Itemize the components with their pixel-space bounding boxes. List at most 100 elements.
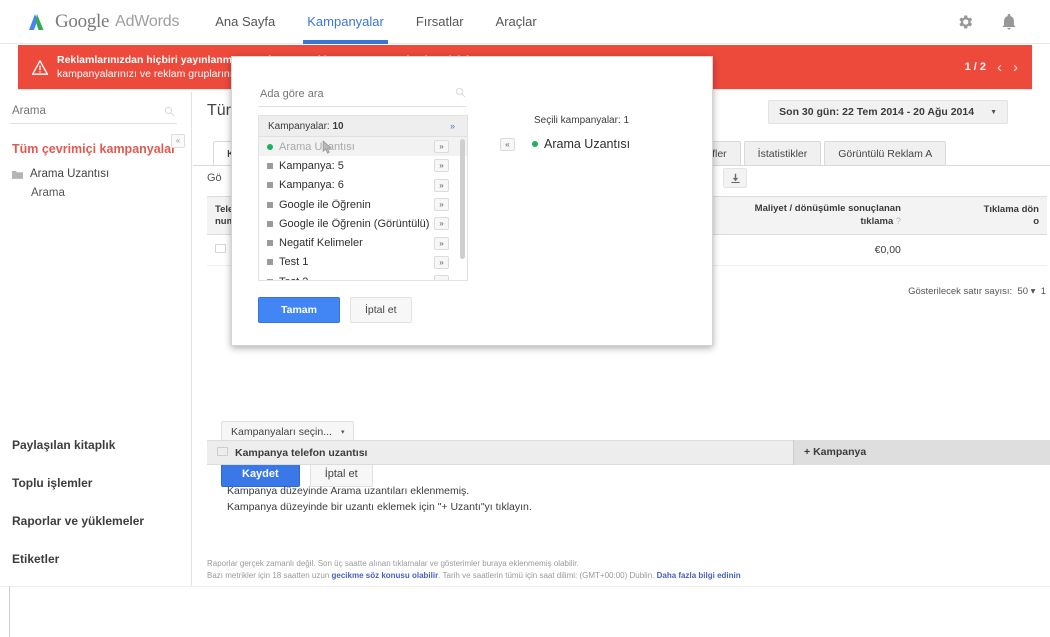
status-dot-icon xyxy=(267,182,273,189)
bell-icon[interactable] xyxy=(1000,13,1018,31)
list-item[interactable]: Test 2 » xyxy=(259,272,467,280)
left-sidebar: « Tüm çevrimiçi kampanyalar Arama Uzantı… xyxy=(0,92,192,586)
search-icon xyxy=(164,104,175,122)
rows-per-page-value[interactable]: 50 xyxy=(1017,286,1028,297)
add-campaign-icon[interactable]: » xyxy=(434,198,449,212)
footer-line2-a: Bazı metrikler için 18 saatten uzun xyxy=(207,571,332,580)
col-kampanya[interactable]: + Kampanya xyxy=(793,440,1050,465)
empty-state-line2: Kampanya düzeyinde bir uzantı eklemek iç… xyxy=(227,501,532,513)
status-dot-icon xyxy=(267,201,273,208)
add-campaign-icon[interactable]: » xyxy=(434,275,449,280)
list-item-label: Kampanya: 6 xyxy=(279,179,344,192)
modal-list-scrollbar[interactable] xyxy=(460,139,465,259)
list-item[interactable]: Google ile Öğrenin » xyxy=(259,195,467,214)
modal-search-input[interactable] xyxy=(258,86,451,101)
add-campaign-icon[interactable]: » xyxy=(434,140,449,154)
footer-link-daha-fazla[interactable]: Daha fazla bilgi edinin xyxy=(657,571,741,580)
rows-per-page: Gösterilecek satır sayısı: 50 ▾ 1 xyxy=(908,286,1046,297)
modal-ok-button[interactable]: Tamam xyxy=(258,297,340,323)
add-campaign-icon[interactable]: » xyxy=(434,178,449,192)
cell-maliyet-donusum: €0,00 xyxy=(690,234,909,266)
list-item-label: Google ile Öğrenin xyxy=(279,198,371,211)
modal-selected-campaigns: Seçili kampanyalar: 1 « Arama Uzantısı xyxy=(500,115,690,151)
modal-cancel-button[interactable]: İptal et xyxy=(350,297,412,323)
modal-search[interactable] xyxy=(258,81,466,107)
footer-line1: Raporlar gerçek zamanlı değil. Son üç sa… xyxy=(207,559,579,568)
tab-istatistikler[interactable]: İstatistikler xyxy=(743,141,822,165)
modal-available-label: Kampanyalar: xyxy=(268,120,330,132)
sidebar-all-campaigns[interactable]: Tüm çevrimiçi kampanyalar xyxy=(12,142,191,156)
extensions-table-header: Kampanya telefon uzantısı + Kampanya xyxy=(207,440,1050,465)
sidebar-item-etiketler[interactable]: Etiketler xyxy=(12,552,182,566)
sidebar-bottom-links: Paylaşılan kitaplık Toplu işlemler Rapor… xyxy=(12,438,182,566)
chevron-down-icon[interactable]: ▾ xyxy=(1031,286,1036,297)
list-item-label: Negatif Kelimeler xyxy=(279,237,363,250)
add-campaign-icon[interactable]: » xyxy=(434,255,449,269)
list-item[interactable]: Kampanya: 5 » xyxy=(259,156,467,175)
folder-icon xyxy=(12,170,23,179)
status-dot-icon xyxy=(267,278,273,280)
sidebar-subitem-arama[interactable]: Arama xyxy=(31,187,191,199)
alert-next-arrow-icon[interactable]: › xyxy=(1013,59,1018,76)
footer-link-gecikme[interactable]: gecikme söz konusu olabilir xyxy=(332,571,439,580)
nav-item-firsatlar[interactable]: Fırsatlar xyxy=(416,0,464,44)
list-item-label: Kampanya: 5 xyxy=(279,159,344,172)
list-item[interactable]: Negatif Kelimeler » xyxy=(259,233,467,252)
list-item[interactable]: Test 1 » xyxy=(259,253,467,272)
alert-prev-arrow-icon[interactable]: ‹ xyxy=(997,59,1002,76)
warning-triangle-icon xyxy=(31,58,49,75)
alert-banner-page-count: 1 / 2 xyxy=(964,61,986,73)
help-icon[interactable]: ? xyxy=(896,216,901,226)
gear-icon[interactable] xyxy=(956,13,974,31)
panel-header-label: Gö xyxy=(207,172,222,184)
list-item-label: Google ile Öğrenin (Görüntülü) xyxy=(279,217,430,230)
extensions-table: Kampanya telefon uzantısı + Kampanya Kam… xyxy=(207,440,1050,533)
modal-actions: Tamam İptal et xyxy=(258,297,412,323)
brand-google-text: Google xyxy=(55,10,110,32)
search-icon xyxy=(455,85,466,103)
remove-campaign-icon[interactable]: « xyxy=(500,137,515,151)
nav-item-ana-sayfa[interactable]: Ana Sayfa xyxy=(215,0,275,44)
list-item-label: Arama Uzantısı xyxy=(279,140,355,153)
col-maliyet-donusum[interactable]: Maliyet / dönüşümle sonuçlanan tıklama ? xyxy=(690,196,909,235)
rows-per-page-label: Gösterilecek satır sayısı: xyxy=(908,286,1013,297)
extensions-empty-state: Kampanya düzeyinde Arama uzantıları ekle… xyxy=(207,465,1050,533)
sidebar-item-label: Arama Uzantısı xyxy=(30,168,110,180)
bottom-left-edge xyxy=(0,586,10,637)
nav-item-kampanyalar[interactable]: Kampanyalar xyxy=(303,0,388,44)
col-tiklama-donusum[interactable]: Tıklama dön o xyxy=(908,196,1047,235)
modal-add-all-icon[interactable]: » xyxy=(450,116,455,137)
alert-banner-pager: 1 / 2 ‹ › xyxy=(965,59,1018,76)
list-item[interactable]: Kampanya: 6 » xyxy=(259,176,467,195)
sidebar-search-input[interactable] xyxy=(10,103,177,118)
sidebar-item-paylasilan-kitaplik[interactable]: Paylaşılan kitaplık xyxy=(12,438,182,452)
list-item[interactable]: Google ile Öğrenin (Görüntülü) » xyxy=(259,214,467,233)
status-dot-icon xyxy=(267,240,273,247)
date-range-selector[interactable]: Son 30 gün: 22 Tem 2014 - 20 Ağu 2014 ▼ xyxy=(768,100,1008,124)
tab-goruntulu-reklam[interactable]: Görüntülü Reklam A xyxy=(824,141,947,165)
sidebar-item-toplu-islemler[interactable]: Toplu işlemler xyxy=(12,476,182,490)
brand-logo[interactable]: Google AdWords xyxy=(26,11,179,33)
top-navigation-bar: Google AdWords Ana Sayfa Kampanyalar Fır… xyxy=(0,0,1050,44)
sidebar-search[interactable] xyxy=(10,98,177,124)
sidebar-item-raporlar-ve-yuklemeler[interactable]: Raporlar ve yüklemeler xyxy=(12,514,182,528)
status-dot-icon xyxy=(267,220,273,227)
modal-available-header-text: Kampanyalar: 10 xyxy=(268,116,450,137)
add-campaign-icon[interactable]: » xyxy=(434,236,449,250)
add-campaign-icon[interactable]: » xyxy=(434,159,449,173)
modal-available-count: 10 xyxy=(332,120,344,132)
footer-disclaimer: Raporlar gerçek zamanlı değil. Son üç sa… xyxy=(207,558,907,582)
list-item[interactable]: « Arama Uzantısı xyxy=(500,137,690,151)
nav-item-araclar[interactable]: Araçlar xyxy=(496,0,537,44)
col-kampanya-telefon-uzantisi[interactable]: Kampanya telefon uzantısı xyxy=(235,447,793,459)
list-item[interactable]: Arama Uzantısı » xyxy=(259,137,467,157)
header-checkbox-icon[interactable] xyxy=(217,446,235,459)
date-range-label: Son 30 gün: 22 Tem 2014 - 20 Ağu 2014 xyxy=(779,106,975,118)
download-icon[interactable] xyxy=(723,168,747,188)
sidebar-item-arama-uzantisi[interactable]: Arama Uzantısı xyxy=(12,168,191,180)
add-campaign-icon[interactable]: » xyxy=(434,217,449,231)
modal-selected-header: Seçili kampanyalar: 1 xyxy=(534,115,630,126)
sidebar-collapse-button[interactable]: « xyxy=(171,134,185,148)
chevron-down-icon: ▼ xyxy=(990,108,997,116)
footer-line2: Bazı metrikler için 18 saatten uzun geci… xyxy=(207,570,907,582)
